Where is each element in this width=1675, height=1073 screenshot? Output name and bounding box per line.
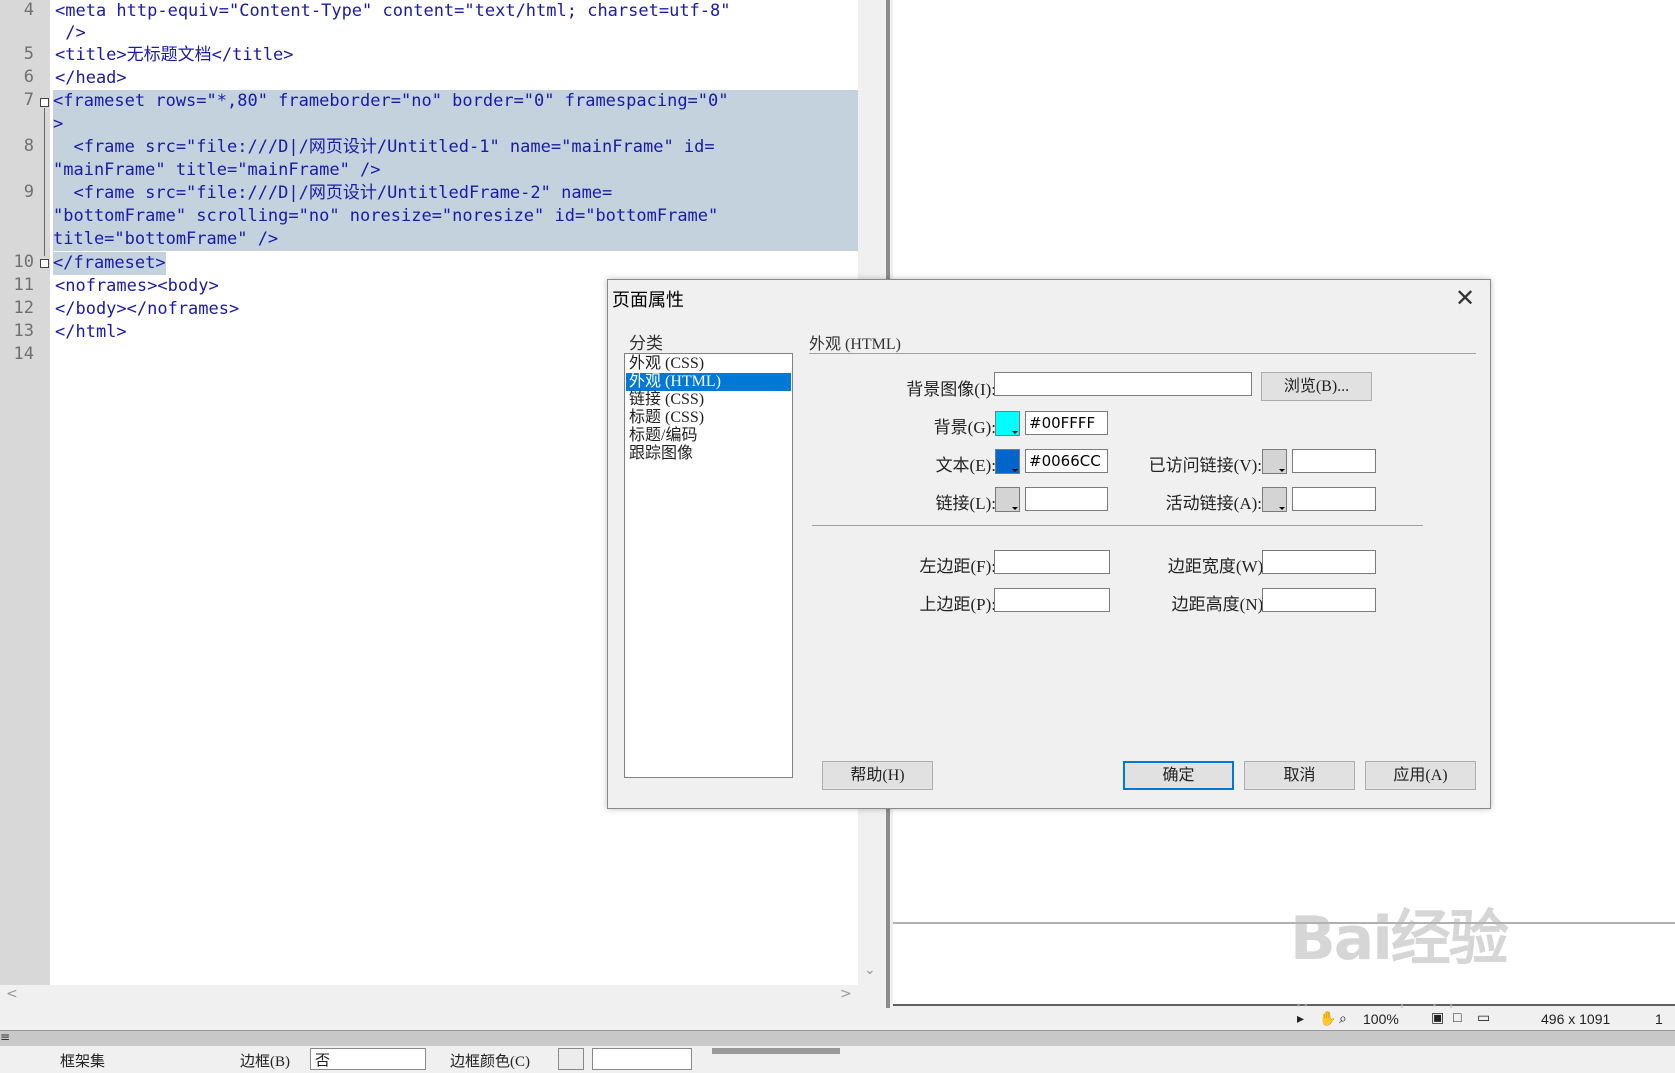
bg-color-label: 背景(G):: [933, 418, 996, 437]
section-divider: [812, 525, 1423, 526]
help-button[interactable]: 帮助(H): [822, 761, 933, 790]
code-line: />: [55, 23, 86, 43]
visited-link-swatch[interactable]: [1262, 449, 1287, 474]
section-divider: [809, 353, 1476, 354]
link-color-label: 链接(L):: [935, 494, 996, 513]
category-item[interactable]: 跟踪图像: [626, 445, 791, 463]
frameset-label: 框架集: [60, 1054, 106, 1070]
line-number: 10: [13, 252, 34, 272]
margin-height-input[interactable]: [1262, 588, 1376, 612]
code-line-selected: >: [53, 113, 861, 136]
bg-color-input[interactable]: [1025, 411, 1108, 435]
code-line-selected: "mainFrame" title="mainFrame" />: [53, 159, 861, 182]
fold-toggle-icon[interactable]: [40, 98, 49, 107]
code-line-selected: <frame src="file:///D|/网页设计/UntitledFram…: [53, 182, 861, 205]
category-item[interactable]: 外观 (CSS): [626, 355, 791, 373]
preview-bar: [712, 1048, 840, 1054]
margin-width-input[interactable]: [1262, 550, 1376, 574]
code-horizontal-scrollbar[interactable]: < >: [0, 985, 865, 1005]
active-link-label: 活动链接(A):: [1165, 494, 1262, 513]
visited-link-input[interactable]: [1292, 449, 1376, 473]
border-color-label: 边框颜色(C): [450, 1054, 530, 1070]
dialog-title: 页面属性: [612, 290, 684, 310]
line-number: 5: [23, 44, 34, 64]
border-color-input[interactable]: [592, 1048, 692, 1070]
code-line: </body></noframes>: [55, 299, 240, 319]
browse-button[interactable]: 浏览(B)...: [1261, 372, 1372, 401]
bg-image-label: 背景图像(I):: [906, 380, 996, 399]
document-size: 496 x 1091: [1541, 1011, 1611, 1027]
status-bar: ▸ ✋ ⌕ 100% ▣ □ ▭ 496 x 1091 1 K: [1283, 1008, 1675, 1043]
bg-image-input[interactable]: [994, 372, 1252, 396]
line-number: 4: [23, 0, 34, 20]
text-color-input[interactable]: [1025, 449, 1108, 473]
line-number: 9: [23, 182, 34, 202]
code-line: </html>: [55, 322, 127, 342]
top-margin-label: 上边距(P):: [919, 595, 997, 614]
category-item[interactable]: 标题/编码: [626, 427, 791, 445]
fold-toggle-icon[interactable]: [40, 259, 49, 268]
window-size-icon[interactable]: □: [1453, 1009, 1461, 1025]
line-number: 7: [23, 90, 34, 110]
close-icon[interactable]: ✕: [1451, 284, 1479, 312]
page-properties-dialog: 页面属性 ✕ 分类 外观 (CSS) 外观 (HTML) 链接 (CSS) 标题…: [607, 279, 1491, 809]
code-line: <noframes><body>: [55, 276, 219, 296]
monitor-icon[interactable]: ▭: [1477, 1009, 1490, 1026]
top-margin-input[interactable]: [994, 588, 1110, 612]
border-color-swatch[interactable]: [558, 1048, 584, 1070]
hand-tool-icon[interactable]: ✋: [1319, 1010, 1336, 1027]
left-margin-input[interactable]: [994, 550, 1110, 574]
active-link-swatch[interactable]: [1262, 487, 1287, 512]
code-line: </head>: [55, 68, 127, 88]
select-tool-icon[interactable]: ▸: [1297, 1010, 1304, 1027]
zoom-tool-icon[interactable]: ⌕: [1339, 1010, 1347, 1027]
scroll-left-icon[interactable]: <: [6, 986, 18, 1002]
margin-width-label: 边距宽度(W):: [1167, 557, 1268, 576]
border-label: 边框(B): [240, 1054, 290, 1070]
cancel-button[interactable]: 取消: [1244, 761, 1355, 790]
category-item[interactable]: 标题 (CSS): [626, 409, 791, 427]
fold-line: [44, 108, 45, 256]
panel-menu-icon[interactable]: ≡: [0, 1030, 10, 1044]
line-number: 11: [13, 275, 34, 295]
link-color-swatch[interactable]: [995, 487, 1020, 512]
line-number: 14: [13, 344, 34, 364]
line-number: 8: [23, 136, 34, 156]
code-line: <meta http-equiv="Content-Type" content=…: [55, 1, 731, 21]
code-line-selected: title="bottomFrame" />: [53, 228, 861, 251]
zoom-level[interactable]: 100%: [1363, 1011, 1399, 1027]
category-item[interactable]: 链接 (CSS): [626, 391, 791, 409]
code-line: <title>无标题文档</title>: [55, 45, 294, 65]
bg-color-swatch[interactable]: [995, 411, 1020, 436]
visited-link-label: 已访问链接(V):: [1148, 456, 1262, 475]
text-color-swatch[interactable]: [995, 449, 1020, 474]
scroll-down-icon[interactable]: ⌄: [864, 962, 876, 978]
code-line-selected: <frameset rows="*,80" frameborder="no" b…: [53, 90, 861, 113]
line-number: 12: [13, 298, 34, 318]
category-item-selected[interactable]: 外观 (HTML): [626, 373, 791, 391]
active-link-input[interactable]: [1292, 487, 1376, 511]
panel-divider: ≡: [0, 1030, 1675, 1047]
code-line-selected: </frameset>: [53, 252, 166, 275]
code-line-selected: "bottomFrame" scrolling="no" noresize="n…: [53, 205, 861, 228]
left-margin-label: 左边距(F):: [919, 557, 997, 576]
line-number: 13: [13, 321, 34, 341]
margin-height-label: 边距高度(N):: [1171, 595, 1268, 614]
frame-border: [893, 922, 1675, 924]
window-size-icon[interactable]: ▣: [1431, 1009, 1444, 1026]
link-color-input[interactable]: [1025, 487, 1108, 511]
text-color-label: 文本(E):: [935, 456, 996, 475]
section-title: 外观 (HTML): [809, 336, 901, 353]
category-list[interactable]: 外观 (CSS) 外观 (HTML) 链接 (CSS) 标题 (CSS) 标题/…: [624, 353, 793, 778]
scroll-right-icon[interactable]: >: [840, 986, 852, 1002]
code-line-selected: <frame src="file:///D|/网页设计/Untitled-1" …: [53, 136, 861, 159]
apply-button[interactable]: 应用(A): [1365, 761, 1476, 790]
line-number: 6: [23, 67, 34, 87]
border-select[interactable]: 否: [310, 1048, 426, 1070]
ok-button[interactable]: 确定: [1123, 761, 1234, 790]
properties-panel: 框架集 边框(B) 否 边框颜色(C): [0, 1046, 1675, 1073]
category-label: 分类: [629, 334, 663, 353]
watermark-logo: Bai经验: [1290, 904, 1509, 974]
design-view-bottom-edge: [893, 1004, 1675, 1006]
